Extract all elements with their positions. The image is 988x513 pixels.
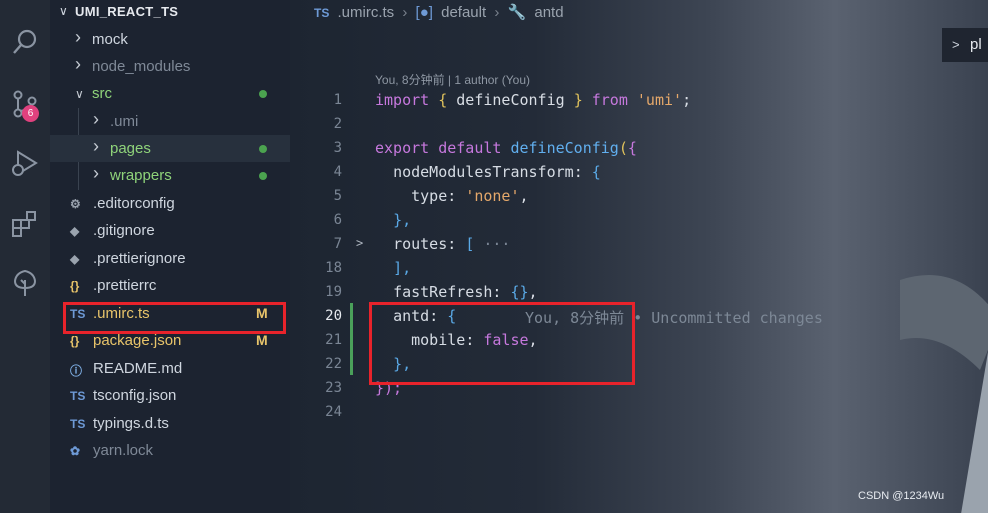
tree-item-pages[interactable]: › pages [50, 135, 290, 162]
code-line: 24 [290, 401, 988, 425]
code-line: 2 [290, 113, 988, 137]
extensions-icon[interactable] [5, 204, 45, 244]
tree-item-dot-gitignore[interactable]: ◆ .gitignore [50, 217, 290, 244]
debug-icon[interactable] [5, 143, 45, 183]
tree-item-label: .gitignore [93, 222, 155, 239]
chevron-right-icon: › [93, 136, 99, 156]
ts-icon: TS [70, 417, 86, 431]
tree-item-yarn-lock[interactable]: ✿ yarn.lock [50, 437, 290, 464]
code-line: 5 type: 'none', [290, 185, 988, 209]
project-title: UMI_REACT_TS [75, 4, 179, 19]
chevron-down-icon: ∨ [59, 4, 68, 18]
wrench-icon: 🔧 [507, 4, 527, 21]
tree-item-label: wrappers [110, 167, 172, 184]
line-number: 20 [325, 308, 342, 324]
git-status-badge: M [256, 332, 268, 348]
git-status-dot [259, 90, 267, 98]
breadcrumb: TS .umirc.ts › [●] default › 🔧 antd [314, 3, 568, 21]
source-control-badge: 6 [22, 105, 39, 122]
ts-icon: TS [314, 6, 330, 20]
tree-item-dot-editorconfig[interactable]: ⚙ .editorconfig [50, 190, 290, 217]
explorer-sidebar: ∨ UMI_REACT_TS › mock › node_modules ∨ src › .u… [50, 0, 290, 513]
tree-item-tsconfig-json[interactable]: TS tsconfig.json [50, 382, 290, 409]
activity-bar: 6 [0, 0, 50, 513]
chevron-right-icon: › [93, 109, 99, 129]
code-line: 6 }, [290, 209, 988, 233]
tree-item-dot-prettierrc[interactable]: {} .prettierrc [50, 272, 290, 299]
prettier-icon: ◆ [70, 252, 80, 266]
watermark: CSDN @1234Wu [858, 490, 945, 502]
gear-icon: ⚙ [70, 197, 81, 211]
line-number: 5 [333, 188, 342, 204]
chevron-right-icon: › [494, 4, 500, 21]
tree-item-dot-umi[interactable]: › .umi [50, 108, 290, 135]
fold-chevron-icon[interactable]: > [356, 236, 363, 250]
braces-icon: {} [70, 279, 80, 293]
outline-toggle[interactable]: > pl [942, 28, 988, 62]
code-line: 1 import { defineConfig } from 'umi'; [290, 89, 988, 113]
braces-icon: {} [70, 334, 80, 348]
tree-item-label: typings.d.ts [93, 415, 169, 432]
git-status-dot [259, 145, 267, 153]
search-icon[interactable] [5, 22, 45, 62]
highlight-box-file [63, 302, 286, 334]
line-number: 23 [325, 380, 342, 396]
line-number: 4 [333, 164, 342, 180]
tree-item-label: yarn.lock [93, 442, 154, 459]
git-status-dot [259, 172, 267, 180]
code-line: 4 nodeModulesTransform: { [290, 161, 988, 185]
breadcrumb-symbol-antd[interactable]: antd [534, 4, 563, 21]
tree-item-node-modules[interactable]: › node_modules [50, 53, 290, 80]
tree-item-label: .umi [110, 113, 139, 130]
tree-item-label: .prettierrc [93, 277, 157, 294]
ts-icon: TS [70, 389, 86, 403]
tree-item-label: package.json [93, 332, 182, 349]
codelens-blame[interactable]: You, 8分钟前 | 1 author (You) [375, 71, 530, 88]
code-line: 7 > routes: [ ··· [290, 233, 988, 257]
info-icon: ⓘ [70, 364, 83, 378]
outline-label: pl [970, 36, 982, 53]
tree-item-mock[interactable]: › mock [50, 26, 290, 53]
tree-item-label: mock [92, 31, 128, 48]
code-line: 18 ], [290, 257, 988, 281]
tree-item-typings-d-ts[interactable]: TS typings.d.ts [50, 410, 290, 437]
breadcrumb-symbol-default[interactable]: default [441, 4, 486, 21]
line-number: 24 [325, 404, 342, 420]
line-number: 2 [333, 116, 342, 132]
line-number: 6 [333, 212, 342, 228]
tree-item-readme-md[interactable]: ⓘ README.md [50, 355, 290, 382]
line-number: 7 [333, 236, 342, 252]
line-number: 1 [333, 92, 342, 108]
tree-icon[interactable] [5, 263, 45, 303]
module-icon: [●] [415, 4, 433, 21]
tree-item-label: .prettierignore [93, 250, 186, 267]
explorer-header[interactable]: ∨ UMI_REACT_TS [50, 0, 290, 24]
chevron-right-icon: › [93, 163, 99, 183]
tree-item-label: node_modules [92, 58, 191, 75]
tree-item-label: src [92, 85, 112, 102]
chevron-right-icon: › [75, 27, 81, 47]
tree-item-dot-prettierignore[interactable]: ◆ .prettierignore [50, 245, 290, 272]
line-number: 3 [333, 140, 342, 156]
highlight-box-code [369, 302, 635, 385]
line-number: 19 [325, 284, 342, 300]
code-line: 3 export default defineConfig({ [290, 137, 988, 161]
git-icon: ◆ [70, 224, 80, 238]
tree-item-label: tsconfig.json [93, 387, 177, 404]
line-number: 21 [325, 332, 342, 348]
yarn-icon: ✿ [70, 444, 81, 458]
chevron-right-icon: > [952, 37, 960, 52]
tree-item-label: pages [110, 140, 151, 157]
tree-item-label: .editorconfig [93, 195, 175, 212]
breadcrumb-file[interactable]: .umirc.ts [338, 4, 395, 21]
tree-item-src[interactable]: ∨ src [50, 80, 290, 107]
chevron-right-icon: › [75, 54, 81, 74]
tree-item-label: README.md [93, 360, 183, 377]
line-number: 18 [325, 260, 342, 276]
editor-area: 10 TS .umirc.ts › [●] default › 🔧 antd >… [290, 0, 988, 513]
line-number: 22 [325, 356, 342, 372]
chevron-down-icon: ∨ [75, 87, 84, 101]
tree-item-wrappers[interactable]: › wrappers [50, 162, 290, 189]
chevron-right-icon: › [402, 4, 408, 21]
